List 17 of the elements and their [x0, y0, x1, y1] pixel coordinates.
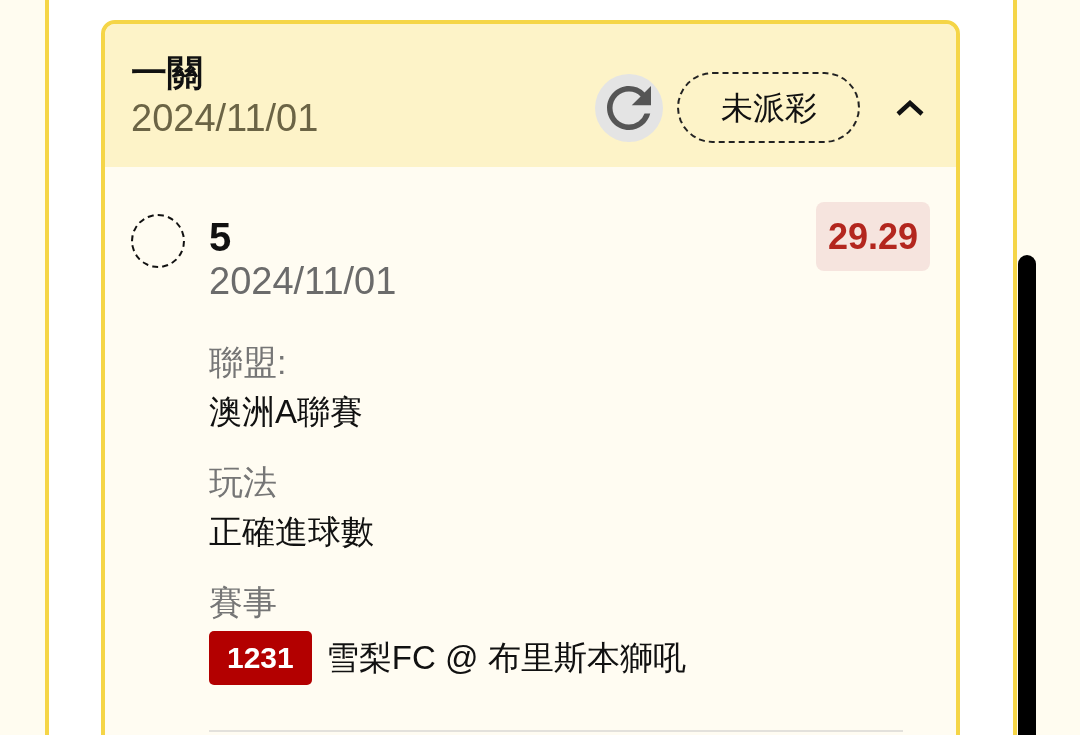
pick-date: 2024/11/01: [209, 259, 397, 303]
card-title: 一關: [131, 51, 203, 95]
match-number-tag: 1231: [209, 631, 312, 685]
card-date: 2024/11/01: [131, 96, 319, 140]
field-label: 玩法: [209, 462, 277, 503]
status-pill: 未派彩: [677, 72, 860, 143]
field-value: 澳洲A聯賽: [209, 392, 363, 432]
scrollbar-thumb[interactable]: [1018, 255, 1036, 735]
field-value: 雪梨FC @ 布里斯本獅吼: [325, 638, 686, 678]
field-label: 聯盟:: [209, 342, 287, 383]
odds-tag: 29.29: [815, 202, 930, 271]
chevron-up-icon: [896, 99, 924, 116]
select-radio[interactable]: [131, 214, 185, 268]
pick-value: 5: [209, 215, 232, 259]
field-value: 正確進球數: [209, 512, 374, 552]
refresh-icon: [607, 85, 651, 130]
field-label: 賽事: [209, 582, 277, 623]
